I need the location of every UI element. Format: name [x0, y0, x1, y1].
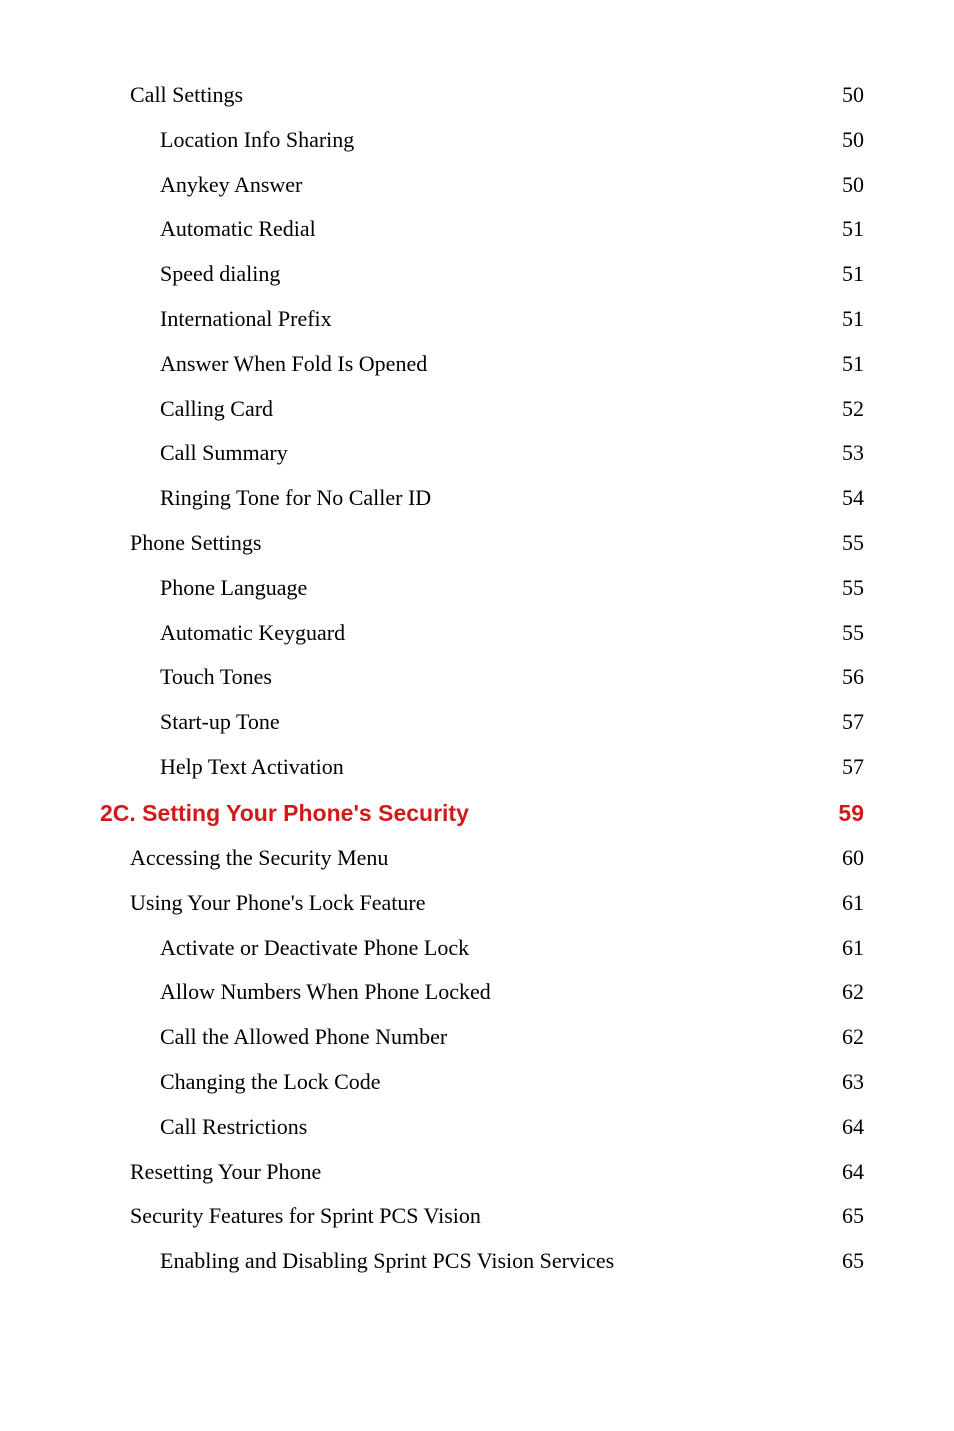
- toc-entry-label: Using Your Phone's Lock Feature: [130, 888, 425, 919]
- toc-entry: Call the Allowed Phone Number 62: [160, 1022, 864, 1053]
- toc-entry: Location Info Sharing 50: [160, 125, 864, 156]
- toc-entry-page: 62: [842, 977, 864, 1008]
- toc-entry-page: 53: [842, 438, 864, 469]
- toc-entry: 2C. Setting Your Phone's Security 59: [100, 797, 864, 829]
- toc-entry-label: Phone Settings: [130, 528, 261, 559]
- toc-entry-page: 51: [842, 214, 864, 245]
- toc-entry-label: Call Restrictions: [160, 1112, 307, 1143]
- toc-entry-page: 64: [842, 1112, 864, 1143]
- toc-entry-label: Call Summary: [160, 438, 288, 469]
- toc-entry-page: 52: [842, 394, 864, 425]
- toc-entry: Phone Settings 55: [130, 528, 864, 559]
- toc-entry-label: Automatic Keyguard: [160, 618, 345, 649]
- toc-entry-label: Changing the Lock Code: [160, 1067, 381, 1098]
- toc-entry-page: 60: [842, 843, 864, 874]
- toc-entry-page: 56: [842, 662, 864, 693]
- toc-entry: Changing the Lock Code 63: [160, 1067, 864, 1098]
- toc-entry-label: Start-up Tone: [160, 707, 280, 738]
- table-of-contents: Call Settings50Location Info Sharing50An…: [60, 80, 864, 1277]
- toc-entry-label: Allow Numbers When Phone Locked: [160, 977, 491, 1008]
- toc-entry: Security Features for Sprint PCS Vision 6…: [130, 1201, 864, 1232]
- toc-entry-label: Call Settings: [130, 80, 243, 111]
- toc-entry-page: 57: [842, 707, 864, 738]
- toc-entry-page: 63: [842, 1067, 864, 1098]
- toc-entry: Speed dialing 51: [160, 259, 864, 290]
- toc-entry-page: 54: [842, 483, 864, 514]
- toc-entry-page: 62: [842, 1022, 864, 1053]
- toc-entry: Call Restrictions 64: [160, 1112, 864, 1143]
- toc-entry: Automatic Keyguard 55: [160, 618, 864, 649]
- toc-entry: Start-up Tone 57: [160, 707, 864, 738]
- toc-entry-label: Ringing Tone for No Caller ID: [160, 483, 431, 514]
- toc-entry-label: Touch Tones: [160, 662, 272, 693]
- toc-entry-page: 65: [842, 1201, 864, 1232]
- toc-entry-page: 51: [842, 349, 864, 380]
- toc-entry-label: Answer When Fold Is Opened: [160, 349, 427, 380]
- toc-entry: Using Your Phone's Lock Feature 61: [130, 888, 864, 919]
- toc-entry: Resetting Your Phone 64: [130, 1157, 864, 1188]
- toc-entry-page: 61: [842, 933, 864, 964]
- toc-entry: Answer When Fold Is Opened 51: [160, 349, 864, 380]
- toc-entry-page: 55: [842, 573, 864, 604]
- toc-entry-page: 61: [842, 888, 864, 919]
- toc-entry-page: 55: [842, 528, 864, 559]
- toc-entry-page: 50: [842, 170, 864, 201]
- toc-entry: Call Settings 50: [130, 80, 864, 111]
- toc-entry-page: 50: [842, 80, 864, 111]
- toc-entry-page: 64: [842, 1157, 864, 1188]
- toc-entry: Call Summary 53: [160, 438, 864, 469]
- toc-entry-page: 55: [842, 618, 864, 649]
- toc-entry: Ringing Tone for No Caller ID 54: [160, 483, 864, 514]
- toc-entry: Anykey Answer 50: [160, 170, 864, 201]
- toc-entry-label: Location Info Sharing: [160, 125, 354, 156]
- toc-entry-page: 65: [842, 1246, 864, 1277]
- toc-entry-label: International Prefix: [160, 304, 332, 335]
- toc-entry-page: 51: [842, 304, 864, 335]
- toc-entry-label: Phone Language: [160, 573, 307, 604]
- toc-entry-label: Resetting Your Phone: [130, 1157, 321, 1188]
- toc-entry: Phone Language 55: [160, 573, 864, 604]
- toc-entry-label: Automatic Redial: [160, 214, 316, 245]
- toc-entry: Calling Card 52: [160, 394, 864, 425]
- toc-entry: International Prefix 51: [160, 304, 864, 335]
- toc-entry: Activate or Deactivate Phone Lock 61: [160, 933, 864, 964]
- toc-entry: Allow Numbers When Phone Locked 62: [160, 977, 864, 1008]
- toc-entry: Touch Tones 56: [160, 662, 864, 693]
- toc-entry: Enabling and Disabling Sprint PCS Vision…: [160, 1246, 864, 1277]
- toc-entry-label: Accessing the Security Menu: [130, 843, 388, 874]
- toc-entry-page: 51: [842, 259, 864, 290]
- toc-entry-label: Speed dialing: [160, 259, 280, 290]
- toc-entry-label: Anykey Answer: [160, 170, 302, 201]
- toc-entry-page: 59: [838, 797, 864, 829]
- toc-entry-page: 50: [842, 125, 864, 156]
- toc-entry: Automatic Redial 51: [160, 214, 864, 245]
- toc-entry-page: 57: [842, 752, 864, 783]
- toc-entry-label: Help Text Activation: [160, 752, 344, 783]
- toc-entry-label: Call the Allowed Phone Number: [160, 1022, 447, 1053]
- toc-entry-label: Calling Card: [160, 394, 273, 425]
- toc-entry: Accessing the Security Menu 60: [130, 843, 864, 874]
- toc-entry-label: Security Features for Sprint PCS Vision: [130, 1201, 481, 1232]
- toc-entry: Help Text Activation 57: [160, 752, 864, 783]
- toc-entry-label: Enabling and Disabling Sprint PCS Vision…: [160, 1246, 614, 1277]
- toc-entry-label: Activate or Deactivate Phone Lock: [160, 933, 469, 964]
- toc-entry-label: 2C. Setting Your Phone's Security: [100, 797, 469, 829]
